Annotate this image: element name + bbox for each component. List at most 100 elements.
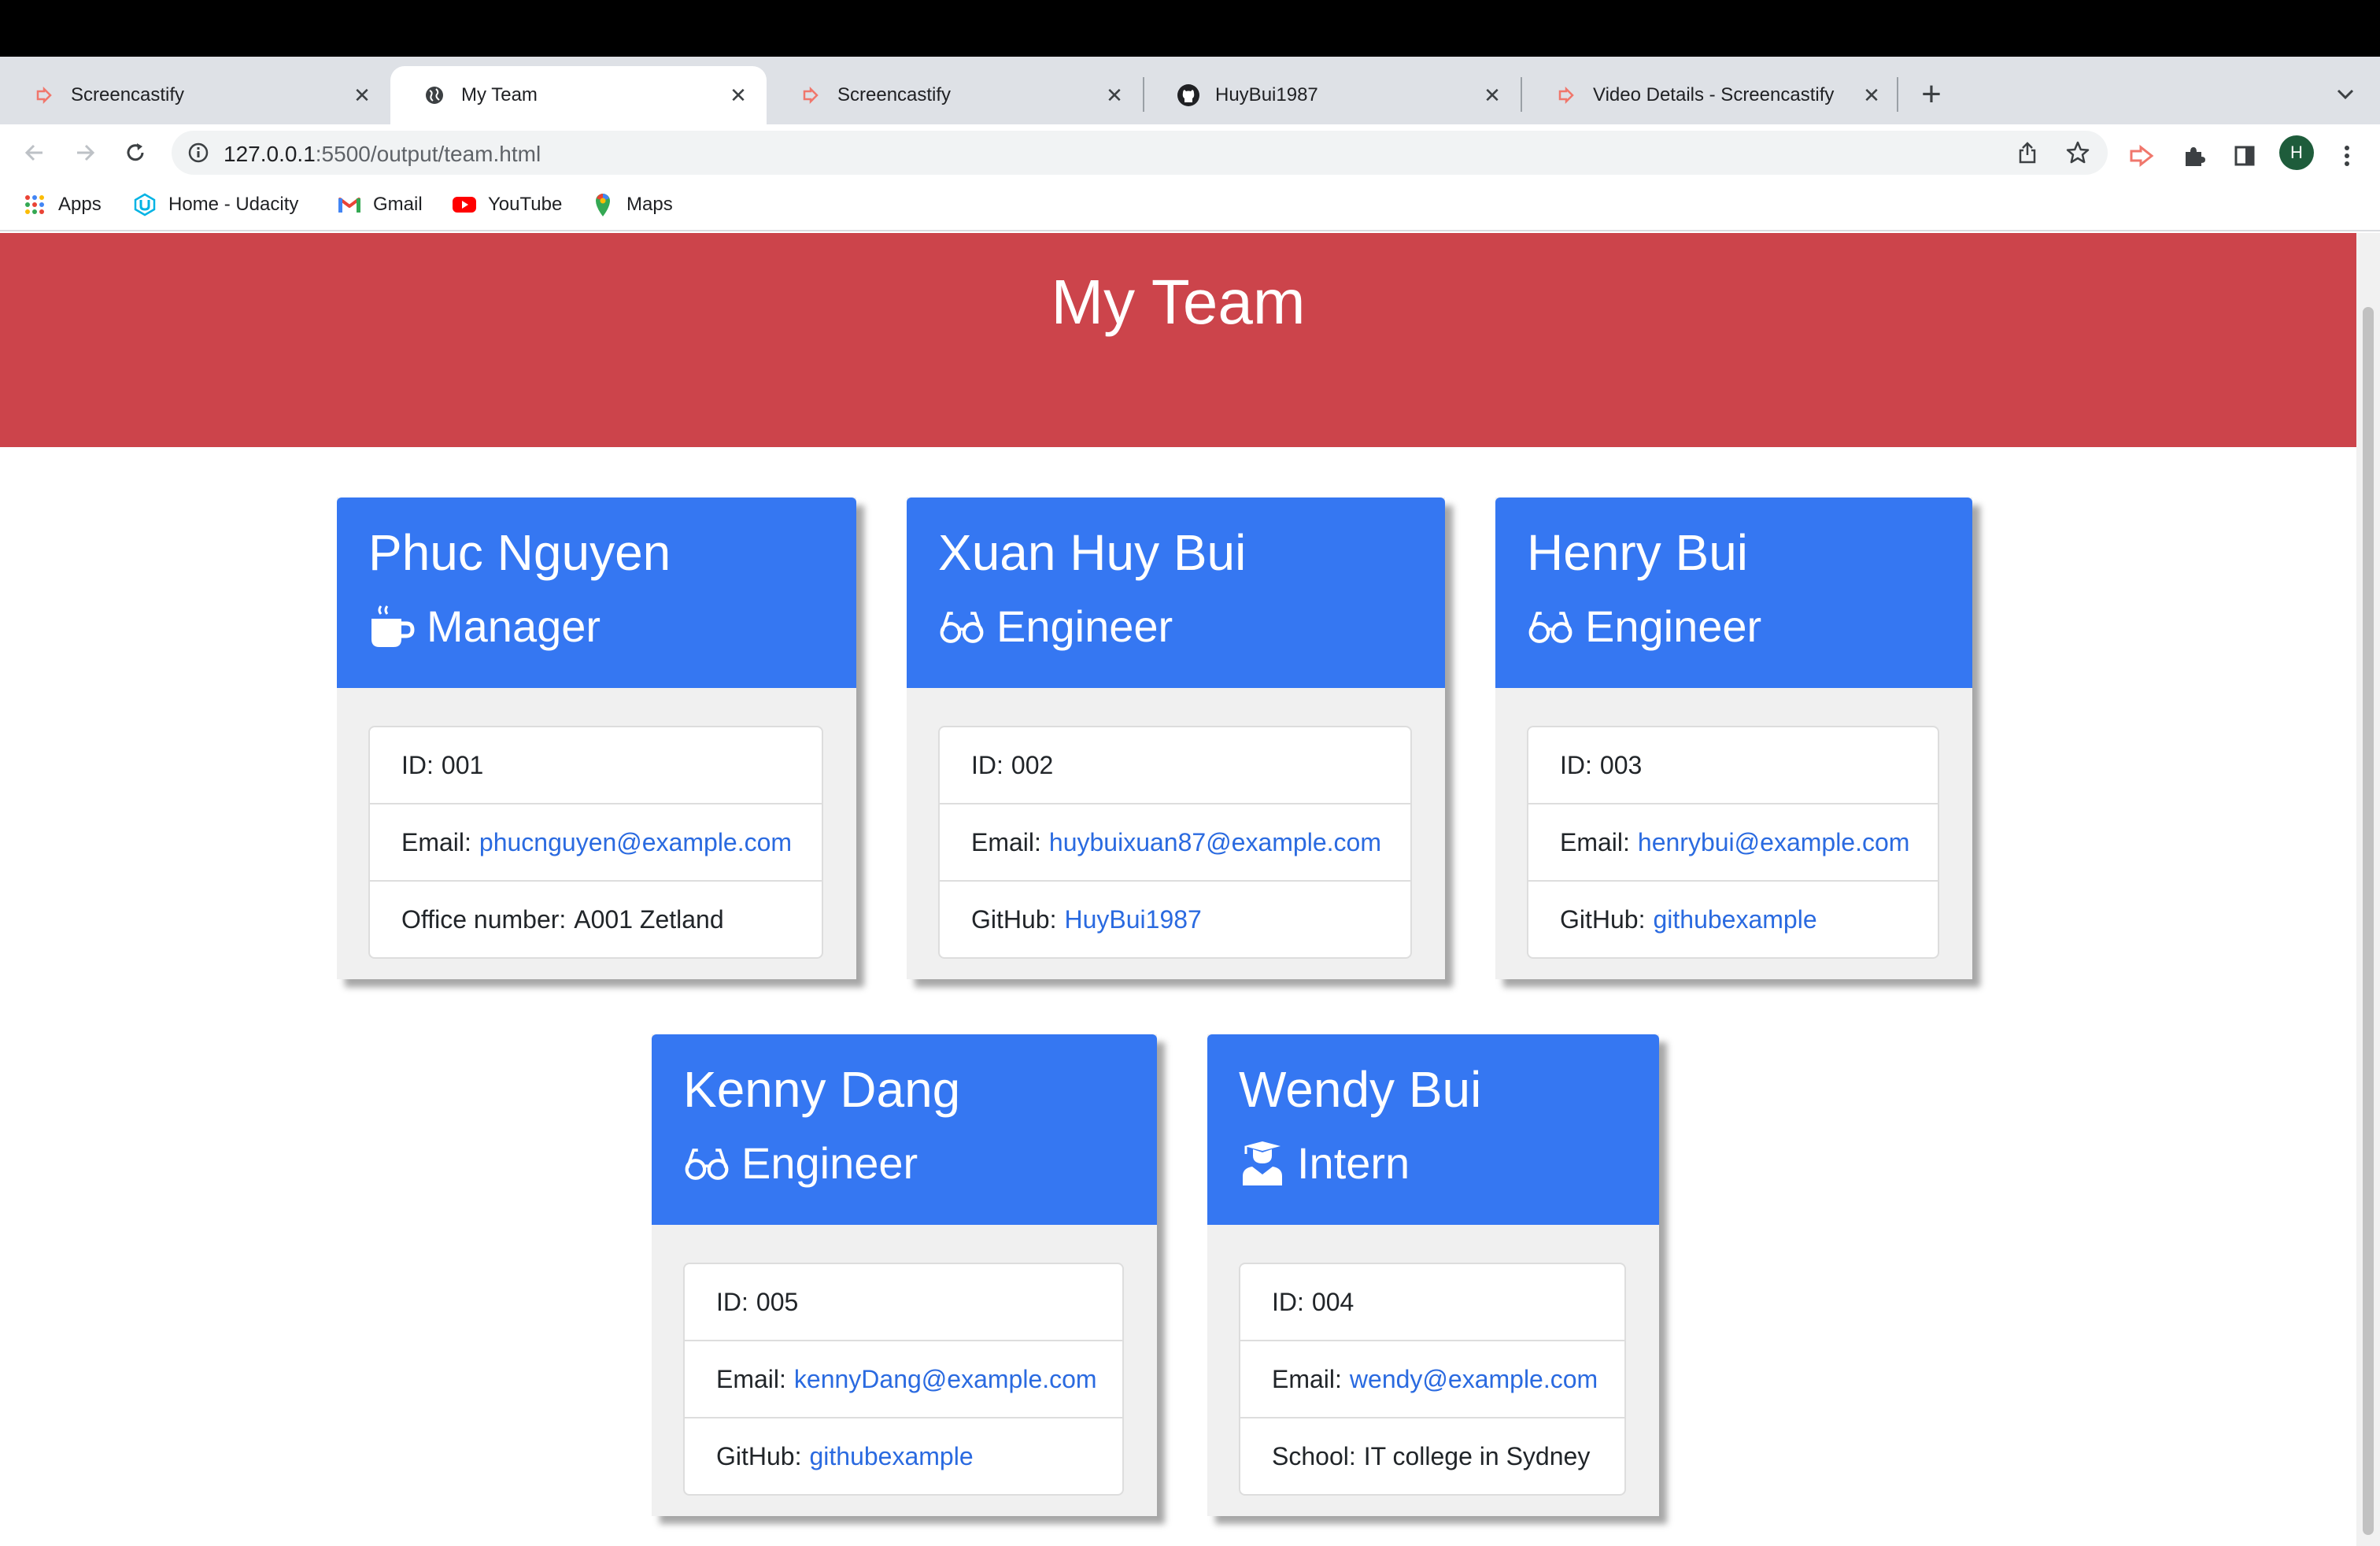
github-label: GitHub:: [971, 904, 1057, 934]
id-label: ID:: [1560, 750, 1592, 779]
id-label: ID:: [1272, 1287, 1304, 1316]
new-tab-button[interactable]: +: [1913, 75, 1950, 113]
tab-title: Screencastify: [837, 84, 952, 105]
back-arrow-icon[interactable]: [17, 135, 52, 170]
list-item-id: ID: 004: [1240, 1264, 1624, 1340]
id-label: ID:: [971, 750, 1003, 779]
glasses-icon: [683, 1140, 730, 1187]
id-value: 001: [441, 750, 484, 779]
list-item-email: Email: phucnguyen@example.com: [370, 803, 822, 880]
github-link[interactable]: githubexample: [809, 1442, 973, 1471]
list-item-email: Email: wendy@example.com: [1240, 1340, 1624, 1417]
profile-avatar[interactable]: H: [2279, 135, 2314, 170]
role-label: Engineer: [1585, 601, 1762, 651]
bookmark-label: Home - Udacity: [168, 194, 299, 215]
glasses-icon: [1527, 603, 1574, 650]
email-link[interactable]: wendy@example.com: [1350, 1365, 1598, 1394]
info-list: ID: 003 Email: henrybui@example.com GitHub…: [1527, 726, 1939, 959]
employee-name: Henry Bui: [1527, 524, 1748, 581]
star-bookmark-icon[interactable]: [2065, 140, 2090, 165]
employee-card: Wendy Bui Intern ID: 004 Email: wendy@exam…: [1207, 1034, 1659, 1516]
coffee-mug-icon: [368, 603, 416, 650]
tab-search-chevron-icon[interactable]: [2326, 76, 2364, 113]
employee-role: Intern: [1239, 1130, 1410, 1196]
side-panel-icon[interactable]: [2229, 140, 2260, 172]
vertical-scrollbar[interactable]: [2356, 233, 2380, 1546]
id-value: 005: [756, 1287, 799, 1316]
card-header: Kenny Dang Engineer: [652, 1034, 1157, 1225]
info-list: ID: 002 Email: huybuixuan87@example.com Gi…: [938, 726, 1412, 959]
screencastify-icon: [1554, 83, 1579, 108]
tab-github[interactable]: HuyBui1987 ✕: [1144, 66, 1521, 124]
tab-close-icon[interactable]: ✕: [726, 83, 751, 108]
tab-screencastify-1[interactable]: Screencastify ✕: [0, 66, 390, 124]
url-path: :5500/output/team.html: [315, 142, 541, 166]
list-item-email: Email: huybuixuan87@example.com: [940, 803, 1410, 880]
list-item-office: Office number: A001 Zetland: [370, 880, 822, 957]
screencastify-icon: [798, 83, 823, 108]
email-label: Email:: [1560, 827, 1630, 856]
github-link[interactable]: HuyBui1987: [1064, 905, 1201, 934]
browser-menu-icon[interactable]: [2331, 140, 2363, 172]
tab-close-icon[interactable]: ✕: [349, 83, 375, 108]
screencastify-extension-icon[interactable]: [2127, 140, 2158, 172]
maps-pin-icon: [590, 192, 615, 217]
employee-card: Kenny Dang Engineer ID: 005 Email: kennyDa…: [652, 1034, 1157, 1516]
scrollbar-thumb[interactable]: [2363, 307, 2374, 1535]
list-item-id: ID: 005: [685, 1264, 1122, 1340]
tab-close-icon[interactable]: ✕: [1859, 83, 1884, 108]
tab-close-icon[interactable]: ✕: [1480, 83, 1505, 108]
bookmark-maps[interactable]: Maps: [590, 192, 673, 217]
employee-name: Wendy Bui: [1239, 1061, 1482, 1118]
extensions-puzzle-icon[interactable]: [2179, 140, 2210, 172]
gmail-icon: [337, 192, 362, 217]
info-list: ID: 005 Email: kennyDang@example.com GitHu…: [683, 1263, 1124, 1496]
role-label: Intern: [1297, 1138, 1410, 1188]
school-name: IT college in Sydney: [1363, 1441, 1591, 1470]
school-label: School:: [1272, 1441, 1356, 1470]
email-link[interactable]: huybuixuan87@example.com: [1049, 828, 1381, 857]
card-header: Phuc Nguyen Manager: [337, 497, 856, 688]
email-link[interactable]: kennyDang@example.com: [794, 1365, 1097, 1394]
info-icon[interactable]: [186, 140, 211, 165]
tab-separator: [1897, 77, 1898, 112]
tab-my-team[interactable]: My Team ✕: [390, 66, 767, 124]
bookmarks-bar: Apps Home - Udacity Gmail YouTube Maps: [0, 181, 2380, 231]
tab-close-icon[interactable]: ✕: [1102, 83, 1127, 108]
info-list: ID: 004 Email: wendy@example.com School: IT…: [1239, 1263, 1626, 1496]
address-bar[interactable]: 127.0.0.1:5500/output/team.html: [172, 131, 2108, 175]
tab-title: Screencastify: [71, 84, 185, 105]
employee-role: Engineer: [938, 594, 1173, 660]
card-header: Wendy Bui Intern: [1207, 1034, 1659, 1225]
tab-video-details[interactable]: Video Details - Screencastify ✕: [1522, 66, 1900, 124]
employee-name: Phuc Nguyen: [368, 524, 671, 581]
github-link[interactable]: githubexample: [1653, 905, 1816, 934]
tab-screencastify-2[interactable]: Screencastify ✕: [767, 66, 1143, 124]
bookmark-apps[interactable]: Apps: [22, 192, 102, 217]
email-link[interactable]: henrybui@example.com: [1638, 828, 1910, 857]
email-label: Email:: [971, 827, 1041, 856]
role-label: Manager: [427, 601, 601, 651]
id-label: ID:: [716, 1287, 748, 1316]
reload-icon[interactable]: [118, 135, 153, 170]
bookmark-youtube[interactable]: YouTube: [452, 192, 562, 217]
list-item-school: School: IT college in Sydney: [1240, 1417, 1624, 1494]
email-label: Email:: [716, 1364, 786, 1393]
forward-arrow-icon[interactable]: [68, 135, 102, 170]
page-viewport: My Team Phuc Nguyen Manager ID: 001 Email…: [0, 233, 2356, 1546]
udacity-icon: [132, 192, 157, 217]
page-header: My Team: [0, 233, 2356, 447]
bookmark-udacity[interactable]: Home - Udacity: [132, 192, 298, 217]
page-title: My Team: [1051, 267, 1306, 337]
graduate-icon: [1239, 1140, 1286, 1187]
id-value: 002: [1011, 750, 1054, 779]
tab-title: My Team: [461, 84, 538, 105]
share-icon[interactable]: [2015, 140, 2040, 165]
email-link[interactable]: phucnguyen@example.com: [479, 828, 792, 857]
id-value: 003: [1599, 750, 1643, 779]
employee-role: Engineer: [683, 1130, 918, 1196]
employee-card: Henry Bui Engineer ID: 003 Email: henrybui…: [1495, 497, 1972, 979]
office-number: A001 Zetland: [574, 904, 724, 934]
bookmark-gmail[interactable]: Gmail: [337, 192, 423, 217]
list-item-id: ID: 003: [1528, 727, 1938, 803]
